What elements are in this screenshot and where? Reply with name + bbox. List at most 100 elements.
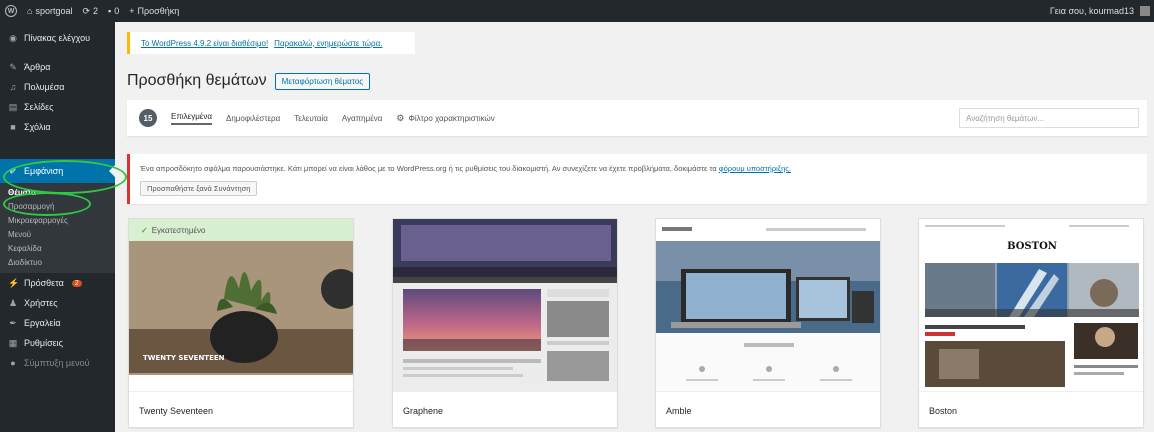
twenty-seventeen-preview: TWENTY SEVENTEEN [129,219,353,391]
theme-name: Twenty Seventeen [129,391,353,427]
tools-icon: ✒ [9,317,17,328]
update-now-link[interactable]: Παρακαλώ, ενημερώστε τώρα. [274,39,382,48]
preview-boston-logo: BOSTON [1007,241,1057,252]
users-icon: ♟ [8,297,18,308]
search-themes-input[interactable]: Αναζήτηση θεμάτων... [959,108,1139,128]
theme-card-amble[interactable]: Amble [655,218,881,428]
site-name-link[interactable]: ⌂ sportgoal [22,0,77,22]
settings-icon: ▦ [8,337,18,348]
theme-name: Amble [656,391,880,427]
submenu-item-themes[interactable]: Θέματα [0,185,115,199]
page-title: Προσθήκη θεμάτων [127,72,267,89]
installed-label: Εγκατεστημένο [151,225,206,235]
sidebar-item-label: Εμφάνιση [24,166,64,176]
sidebar-item-media[interactable]: ♫ Πολυμέσα [0,77,115,97]
page-header: Προσθήκη θεμάτων Μεταφόρτωση θέματος [127,72,371,90]
theme-screenshot [393,219,617,391]
updates-icon: ⟳ [82,5,91,16]
comments-link[interactable]: ▪ 0 [103,0,124,22]
sidebar-item-label: Ρυθμίσεις [24,338,64,348]
new-content-label: Προσθήκη [137,6,180,16]
admin-bar: W ⌂ sportgoal ⟳ 2 ▪ 0 + Προσθήκη Γεια σο… [0,0,1154,22]
theme-card-twenty-seventeen[interactable]: ✓ Εγκατεστημένο TWENTY SEVENTEEN Twenty … [128,218,354,428]
comments-icon: ■ [10,122,16,132]
filter-tab-featured[interactable]: Επιλεγμένα [171,112,212,125]
theme-card-graphene[interactable]: Graphene [392,218,618,428]
sidebar-item-dashboard[interactable]: ◉ Πίνακας ελέγχου [0,25,115,51]
theme-name: Graphene [393,391,617,427]
wordpress-logo-button[interactable]: W [0,0,22,22]
account-menu[interactable]: Γεια σου, kourmad13 [1045,0,1154,22]
preview-title-text: TWENTY SEVENTEEN [143,354,225,362]
comments-count: 0 [114,6,120,16]
theme-screenshot: BOSTON [919,219,1143,391]
submenu-item-widgets[interactable]: Μικροεφαρμογές [0,213,115,227]
sidebar-item-label: Πολυμέσα [24,82,65,92]
theme-name: Boston [919,391,1143,427]
submenu-item-header[interactable]: Κεφαλίδα [0,241,115,255]
sidebar-collapse-menu[interactable]: ● Σύμπτυξη μενού [0,353,115,373]
filter-tab-favorites[interactable]: Αγαπημένα [342,114,383,123]
error-notice-text: Ένα απροσδόκητο σφάλμα παρουσιάστηκε. Κά… [140,164,717,173]
sidebar-item-appearance[interactable]: ✐ Εμφάνιση [0,159,115,183]
update-notice: Το WordPress 4.9.2 είναι διαθέσιμο! Παρα… [127,32,415,54]
sidebar-item-label: Σύμπτυξη μενού [24,358,90,368]
theme-card-boston[interactable]: BOSTON Boston [918,218,1144,428]
installed-banner: ✓ Εγκατεστημένο [129,219,353,241]
update-version-link[interactable]: Το WordPress 4.9.2 είναι διαθέσιμο! [141,39,268,48]
avatar [1140,6,1150,16]
amble-preview [656,219,880,391]
upload-theme-button[interactable]: Μεταφόρτωση θέματος [274,72,371,90]
theme-screenshot: TWENTY SEVENTEEN [129,219,353,391]
dashboard-icon: ◉ [9,32,17,43]
updates-count: 2 [93,6,99,16]
support-forums-link[interactable]: φόρουμ υποστήριξης. [719,164,791,173]
submenu-item-menus[interactable]: Μενού [0,227,115,241]
updates-link[interactable]: ⟳ 2 [77,0,103,22]
admin-sidebar: ◉ Πίνακας ελέγχου ✎ Άρθρα ♫ Πολυμέσα ▤ Σ… [0,22,115,432]
theme-count-badge: 15 [139,109,157,127]
home-icon: ⌂ [27,6,33,16]
sidebar-item-tools[interactable]: ✒ Εργαλεία [0,313,115,333]
wordpress-logo-icon: W [5,5,17,17]
theme-filter-bar: 15 Επιλεγμένα Δημοφιλέστερα Τελευταία Αγ… [127,100,1147,136]
sidebar-item-settings[interactable]: ▦ Ρυθμίσεις [0,333,115,353]
plugins-update-badge: 2 [71,279,82,287]
plus-icon: + [129,6,135,16]
submenu-item-customize[interactable]: Προσαρμογή [0,199,115,213]
sidebar-item-label: Πρόσθετα [24,278,64,288]
pages-icon: ▤ [8,101,18,112]
theme-screenshot [656,219,880,391]
howdy-label: Γεια σου, kourmad13 [1049,6,1134,16]
appearance-icon: ✐ [9,165,17,176]
site-name-label: sportgoal [35,6,73,16]
sidebar-item-label: Άρθρα [24,62,51,72]
submenu-item-editor[interactable]: Διαδίκτυο [0,255,115,269]
gear-icon: ⚙ [396,112,405,123]
sidebar-item-plugins[interactable]: ⚡ Πρόσθετα 2 [0,273,115,293]
graphene-preview [393,219,617,391]
main-content: Το WordPress 4.9.2 είναι διαθέσιμο! Παρα… [115,22,1154,432]
sidebar-item-label: Χρήστες [24,298,58,308]
sidebar-item-label: Πίνακας ελέγχου [24,33,91,43]
filter-tab-latest[interactable]: Τελευταία [294,114,328,123]
sidebar-item-label: Σελίδες [24,102,54,112]
media-icon: ♫ [9,82,17,92]
sidebar-item-comments[interactable]: ■ Σχόλια [0,117,115,137]
check-icon: ✓ [141,225,148,235]
error-notice: Ένα απροσδόκητο σφάλμα παρουσιάστηκε. Κά… [127,154,1147,204]
feature-filter-button[interactable]: Φίλτρο χαρακτηριστικών [409,114,495,123]
sidebar-item-pages[interactable]: ▤ Σελίδες [0,97,115,117]
pin-icon: ✎ [9,61,17,72]
sidebar-item-users[interactable]: ♟ Χρήστες [0,293,115,313]
sidebar-item-posts[interactable]: ✎ Άρθρα [0,57,115,77]
comment-icon: ▪ [108,6,112,16]
sidebar-item-label: Σχόλια [24,122,51,132]
try-again-button[interactable]: Προσπαθήστε ξανά Συνάντηση [140,181,258,196]
filter-tab-popular[interactable]: Δημοφιλέστερα [226,114,280,123]
appearance-submenu: Θέματα Προσαρμογή Μικροεφαρμογές Μενού Κ… [0,183,115,273]
new-content-link[interactable]: + Προσθήκη [124,0,184,22]
collapse-icon: ● [10,358,16,368]
boston-preview: BOSTON [919,219,1143,391]
sidebar-item-label: Εργαλεία [24,318,61,328]
